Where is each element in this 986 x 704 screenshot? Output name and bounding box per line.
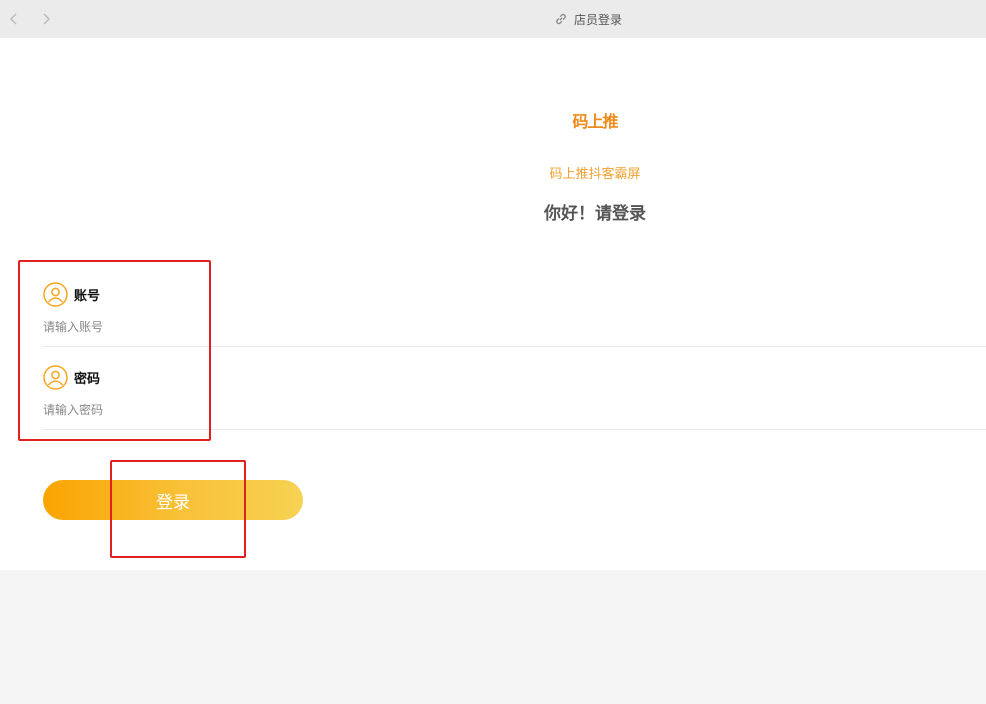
password-input[interactable] (43, 401, 643, 419)
user-icon (43, 365, 68, 390)
user-icon (43, 282, 68, 307)
login-button[interactable]: 登录 (43, 480, 303, 520)
account-field: 账号 (43, 264, 986, 347)
account-label: 账号 (74, 289, 101, 304)
page-title-bar: 店员登录 (554, 9, 622, 29)
login-panel: 码上推 码上推抖客霸屏 你好！请登录 账号 密码 登录 (0, 38, 986, 570)
account-label-row: 账号 (43, 282, 100, 307)
account-input[interactable] (43, 318, 643, 336)
page-title: 店员登录 (574, 12, 623, 27)
password-label: 密码 (74, 372, 101, 387)
chevron-left-icon (9, 13, 17, 25)
password-field: 密码 (43, 347, 986, 430)
brand-logo: 码上推 (572, 112, 618, 131)
link-icon (554, 12, 568, 26)
back-button[interactable] (4, 9, 24, 29)
top-bar: 店员登录 (0, 0, 986, 38)
brand-subtitle: 码上推抖客霸屏 (549, 167, 641, 182)
forward-button[interactable] (36, 9, 56, 29)
chevron-right-icon (43, 13, 51, 25)
greeting-heading: 你好！请登录 (544, 204, 646, 224)
password-label-row: 密码 (43, 365, 100, 390)
